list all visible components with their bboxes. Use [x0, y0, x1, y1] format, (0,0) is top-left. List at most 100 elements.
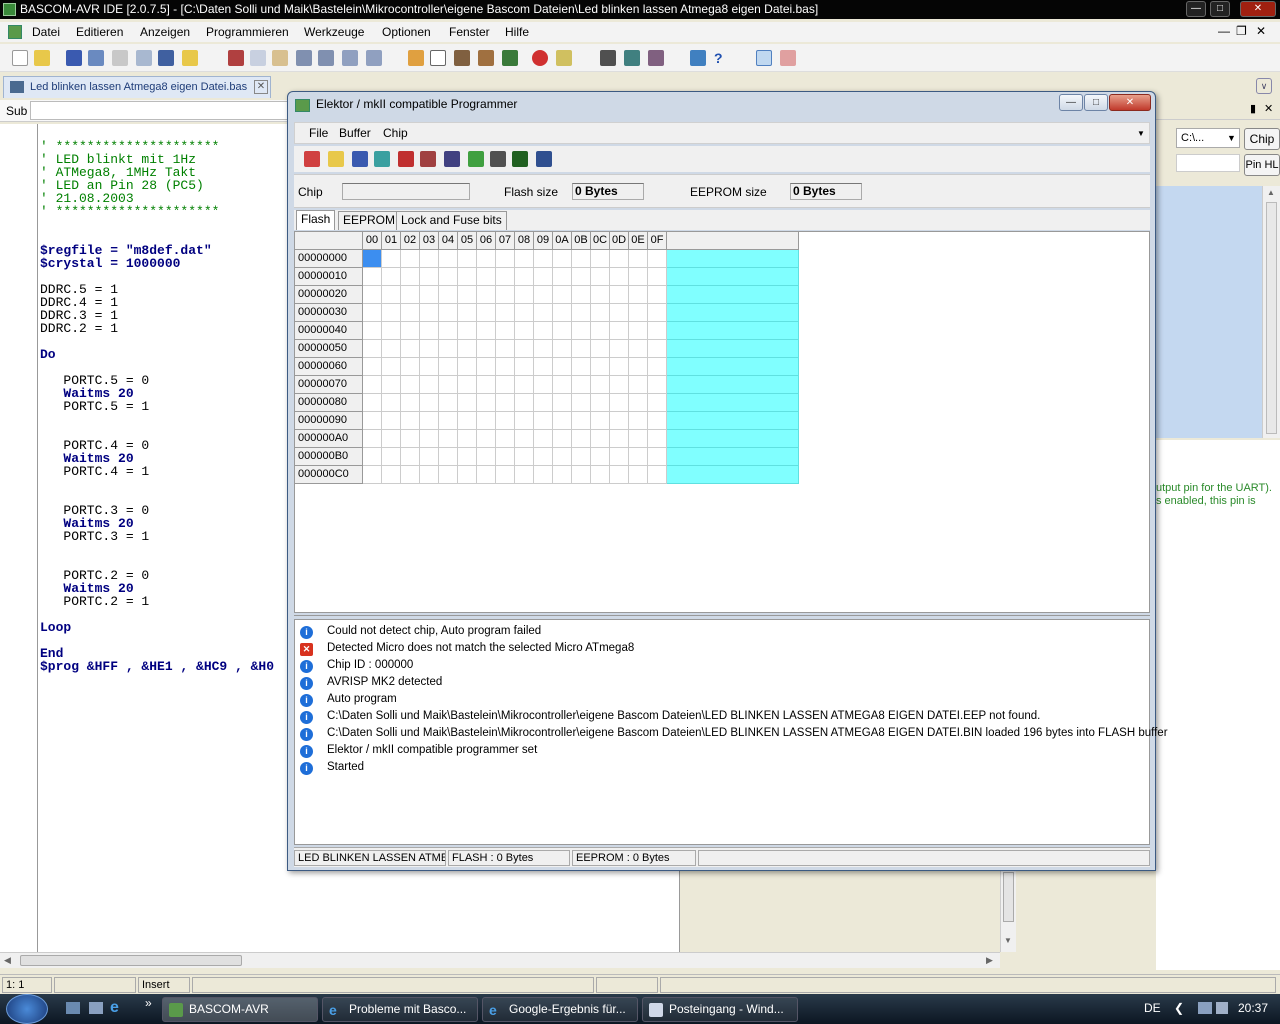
help-icon[interactable]: ? — [714, 50, 730, 66]
hex-cell[interactable] — [515, 322, 534, 340]
hex-cell[interactable] — [534, 448, 553, 466]
hex-cell[interactable] — [515, 358, 534, 376]
hex-cell[interactable] — [496, 448, 515, 466]
hex-cell[interactable] — [572, 322, 591, 340]
path-combo[interactable]: C:\... ▼ — [1176, 128, 1240, 148]
hex-cell[interactable] — [572, 250, 591, 268]
print-icon[interactable] — [112, 50, 128, 66]
ascii-cell[interactable] — [667, 340, 799, 358]
chip-signature-icon[interactable] — [490, 151, 506, 167]
hex-cell[interactable] — [591, 322, 610, 340]
lcd-designer-icon[interactable] — [624, 50, 640, 66]
dialog-minimize-button[interactable]: — — [1059, 94, 1083, 111]
dialog-maximize-button[interactable]: □ — [1084, 94, 1108, 111]
lock-icon[interactable] — [398, 151, 414, 167]
hex-cell[interactable] — [401, 322, 420, 340]
hex-cell[interactable] — [382, 394, 401, 412]
bookmark-icon[interactable] — [408, 50, 424, 66]
syntax-check-icon[interactable] — [430, 50, 446, 66]
hex-cell[interactable] — [401, 376, 420, 394]
hex-cell[interactable] — [439, 412, 458, 430]
hex-cell[interactable] — [534, 412, 553, 430]
hex-cell[interactable] — [572, 466, 591, 484]
menu-datei[interactable]: Datei — [32, 25, 60, 39]
switch-windows-icon[interactable] — [89, 1002, 103, 1014]
panel-scroll-thumb[interactable] — [1266, 202, 1277, 434]
open-project-icon[interactable] — [182, 50, 198, 66]
task-bascom[interactable]: BASCOM-AVR — [162, 997, 318, 1022]
hex-cell[interactable] — [496, 322, 515, 340]
hex-cell[interactable] — [439, 340, 458, 358]
hex-cell[interactable] — [477, 286, 496, 304]
hex-cell[interactable] — [477, 376, 496, 394]
hex-cell[interactable] — [534, 304, 553, 322]
hex-cell[interactable] — [363, 286, 382, 304]
hex-cell[interactable] — [401, 358, 420, 376]
hex-cell[interactable] — [420, 394, 439, 412]
hex-cell[interactable] — [477, 268, 496, 286]
hex-cell[interactable] — [610, 322, 629, 340]
hex-cell[interactable] — [363, 322, 382, 340]
document-icon[interactable] — [8, 25, 22, 39]
hex-cell[interactable] — [496, 412, 515, 430]
hex-cell[interactable] — [534, 286, 553, 304]
start-button[interactable] — [6, 994, 48, 1024]
copy-icon[interactable] — [250, 50, 266, 66]
ascii-cell[interactable] — [667, 430, 799, 448]
programmer-menu-file[interactable]: File — [309, 126, 328, 140]
hex-cell[interactable] — [610, 466, 629, 484]
hex-cell[interactable] — [553, 268, 572, 286]
programmer-menu-buffer[interactable]: Buffer — [339, 126, 371, 140]
hex-cell[interactable] — [629, 322, 648, 340]
new-file-icon[interactable] — [12, 50, 28, 66]
simulate-icon[interactable] — [556, 50, 572, 66]
hex-cell[interactable] — [496, 268, 515, 286]
hex-cell[interactable] — [515, 448, 534, 466]
hex-cell[interactable] — [572, 448, 591, 466]
hex-cell[interactable] — [401, 268, 420, 286]
auto-program-icon[interactable] — [512, 151, 528, 167]
menu-hilfe[interactable]: Hilfe — [505, 25, 529, 39]
hex-cell[interactable] — [610, 448, 629, 466]
internet-explorer-icon[interactable]: e — [110, 999, 119, 1017]
hex-cell[interactable] — [401, 250, 420, 268]
hex-cell[interactable] — [553, 322, 572, 340]
ascii-cell[interactable] — [667, 358, 799, 376]
hex-cell[interactable] — [382, 250, 401, 268]
quicklaunch-more-icon[interactable]: » — [145, 996, 152, 1010]
hex-cell[interactable] — [553, 466, 572, 484]
hex-cell[interactable] — [477, 412, 496, 430]
pin-icon[interactable]: ▮ — [1250, 102, 1256, 115]
hex-cell[interactable] — [515, 340, 534, 358]
close-button[interactable]: ✕ — [1240, 1, 1276, 17]
hex-cell[interactable] — [629, 394, 648, 412]
hex-cell[interactable] — [363, 358, 382, 376]
hex-cell[interactable] — [629, 466, 648, 484]
hex-cell[interactable] — [572, 412, 591, 430]
flash-hex-grid[interactable]: 00 01 02 03 04 05 06 07 08 09 0A 0B 0C 0D 0E 0F 00000000… — [294, 231, 1150, 613]
scroll-down-icon[interactable]: ▼ — [1004, 936, 1012, 945]
blank-check-icon[interactable] — [468, 151, 484, 167]
panel-vertical-scrollbar[interactable]: ▲ — [1262, 186, 1280, 438]
hex-cell[interactable] — [477, 340, 496, 358]
hex-cell[interactable] — [439, 286, 458, 304]
hex-cell[interactable] — [420, 376, 439, 394]
hex-cell[interactable] — [401, 430, 420, 448]
unindent-icon[interactable] — [318, 50, 334, 66]
hex-cell[interactable] — [629, 412, 648, 430]
ascii-cell[interactable] — [667, 268, 799, 286]
hex-cell[interactable] — [382, 268, 401, 286]
clock[interactable]: 20:37 — [1238, 1001, 1268, 1015]
hex-cell[interactable] — [515, 394, 534, 412]
hex-cell[interactable] — [610, 250, 629, 268]
hex-cell[interactable] — [420, 322, 439, 340]
editor-horizontal-scrollbar[interactable]: ◀ ▶ — [0, 952, 1000, 968]
ascii-cell[interactable] — [667, 394, 799, 412]
hex-cell[interactable] — [648, 376, 667, 394]
hex-cell[interactable] — [458, 340, 477, 358]
hex-cell[interactable] — [439, 466, 458, 484]
print-preview-icon[interactable] — [136, 50, 152, 66]
hex-cell[interactable] — [477, 466, 496, 484]
hex-cell[interactable] — [458, 376, 477, 394]
menu-anzeigen[interactable]: Anzeigen — [140, 25, 190, 39]
